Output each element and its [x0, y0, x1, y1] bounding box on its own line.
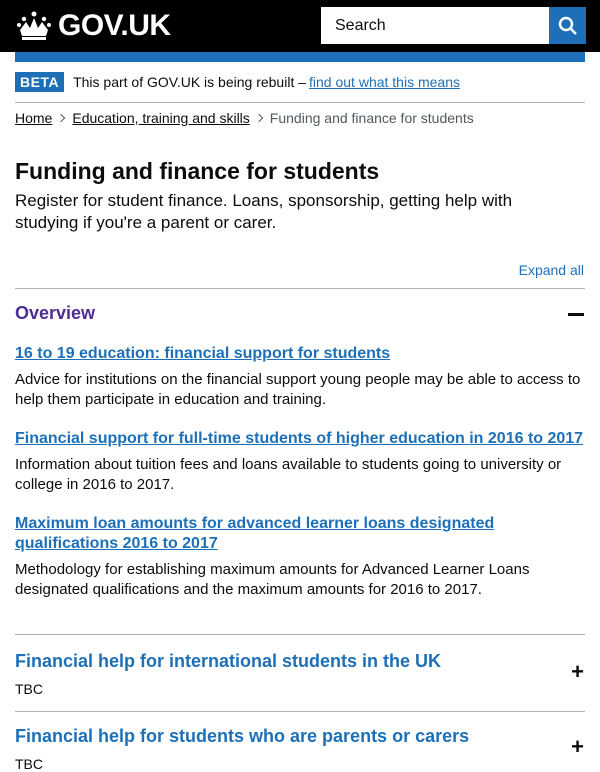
breadcrumb-current: Funding and finance for students — [269, 110, 474, 126]
govuk-logo[interactable]: GOV.UK — [16, 10, 171, 42]
section-summary: TBC — [15, 681, 43, 697]
section-title-international[interactable]: Financial help for international student… — [15, 651, 441, 672]
search-button[interactable] — [549, 7, 586, 44]
breadcrumb-education[interactable]: Education, training and skills — [72, 110, 249, 126]
chevron-right-icon — [57, 113, 66, 123]
page-lead: Register for student finance. Loans, spo… — [15, 191, 513, 232]
site-header: GOV.UK — [0, 0, 600, 62]
breadcrumb: Home Education, training and skills Fund… — [15, 110, 474, 126]
item-description: Advice for institutions on the financial… — [15, 371, 581, 408]
breadcrumb-home[interactable]: Home — [15, 110, 52, 126]
section-title-overview[interactable]: Overview — [15, 303, 95, 324]
phase-banner: BETA This part of GOV.UK is being rebuil… — [15, 62, 585, 103]
phase-feedback-link[interactable]: find out what this means — [309, 74, 460, 90]
list-item: Financial support for full-time students… — [15, 429, 585, 495]
beta-tag: BETA — [15, 72, 65, 92]
minus-icon[interactable] — [568, 313, 584, 316]
logo-text: GOV.UK — [58, 9, 171, 42]
search-icon — [558, 16, 577, 35]
item-description: Information about tuition fees and loans… — [15, 456, 562, 493]
list-item: Maximum loan amounts for advanced learne… — [15, 514, 585, 600]
plus-icon[interactable]: + — [571, 734, 584, 760]
header-accent-bar — [15, 52, 585, 62]
crown-icon — [17, 11, 51, 40]
section-title-parents[interactable]: Financial help for students who are pare… — [15, 726, 469, 747]
expand-all-link[interactable]: Expand all — [519, 262, 584, 278]
plus-icon[interactable]: + — [571, 659, 584, 685]
accordion-section-overview: Overview 16 to 19 education: financial s… — [15, 288, 585, 634]
page-title: Funding and finance for students — [15, 158, 380, 184]
chevron-right-icon — [254, 113, 264, 123]
item-link[interactable]: Maximum loan amounts for advanced learne… — [15, 514, 585, 554]
phase-text: This part of GOV.UK is being rebuilt – — [73, 74, 307, 90]
item-description: Methodology for establishing maximum amo… — [15, 561, 530, 598]
accordion-section-parents[interactable]: Financial help for students who are pare… — [15, 711, 585, 772]
item-link[interactable]: Financial support for full-time students… — [15, 429, 585, 449]
section-summary: TBC — [15, 756, 43, 772]
search-input[interactable] — [321, 7, 549, 44]
accordion-section-international[interactable]: Financial help for international student… — [15, 634, 585, 711]
item-link[interactable]: 16 to 19 education: financial support fo… — [15, 344, 585, 364]
list-item: 16 to 19 education: financial support fo… — [15, 344, 585, 410]
